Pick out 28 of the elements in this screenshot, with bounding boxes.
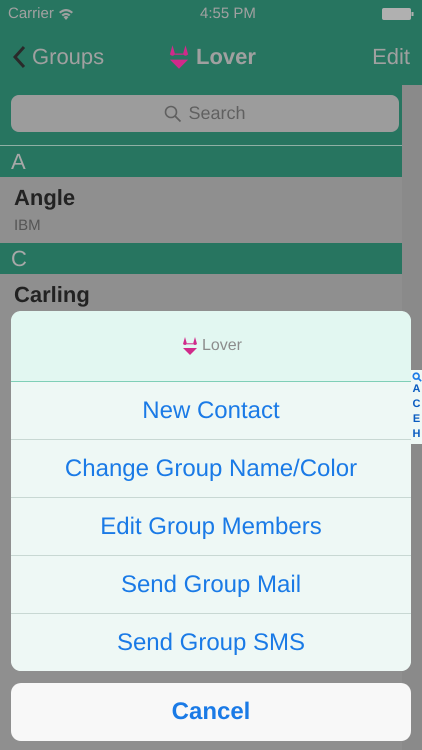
battery-icon bbox=[382, 8, 414, 20]
back-chevron-icon bbox=[12, 44, 26, 68]
index-letter[interactable]: A bbox=[412, 382, 420, 397]
section-header: C bbox=[0, 243, 402, 274]
edit-button[interactable]: Edit bbox=[372, 40, 410, 73]
back-button[interactable]: Groups bbox=[12, 40, 104, 73]
index-letter[interactable]: E bbox=[412, 412, 420, 427]
nav-title: Lover bbox=[196, 43, 256, 71]
sheet-title: Lover bbox=[202, 336, 242, 356]
search-placeholder: Search bbox=[188, 102, 246, 125]
action-button[interactable]: Send Group Mail bbox=[11, 555, 411, 613]
cancel-button[interactable]: Cancel bbox=[11, 683, 411, 741]
action-button[interactable]: Send Group SMS bbox=[11, 613, 411, 671]
search-icon bbox=[164, 104, 182, 122]
index-letter[interactable]: H bbox=[412, 427, 420, 442]
action-button[interactable]: New Contact bbox=[11, 381, 411, 439]
search-field[interactable]: Search bbox=[11, 95, 399, 132]
index-letter[interactable]: C bbox=[412, 397, 420, 412]
contact-company: IBM bbox=[14, 216, 42, 236]
search-icon[interactable] bbox=[412, 372, 422, 382]
contact-name[interactable]: Carling bbox=[14, 282, 388, 308]
section-header: A bbox=[0, 146, 402, 177]
action-button[interactable]: Change Group Name/Color bbox=[11, 439, 411, 497]
status-time: 4:55 PM bbox=[200, 4, 256, 24]
wifi-icon bbox=[58, 8, 74, 20]
contact-name[interactable]: Angle bbox=[14, 185, 388, 212]
carrier-label: Carrier bbox=[8, 4, 54, 24]
action-button[interactable]: Edit Group Members bbox=[11, 497, 411, 555]
